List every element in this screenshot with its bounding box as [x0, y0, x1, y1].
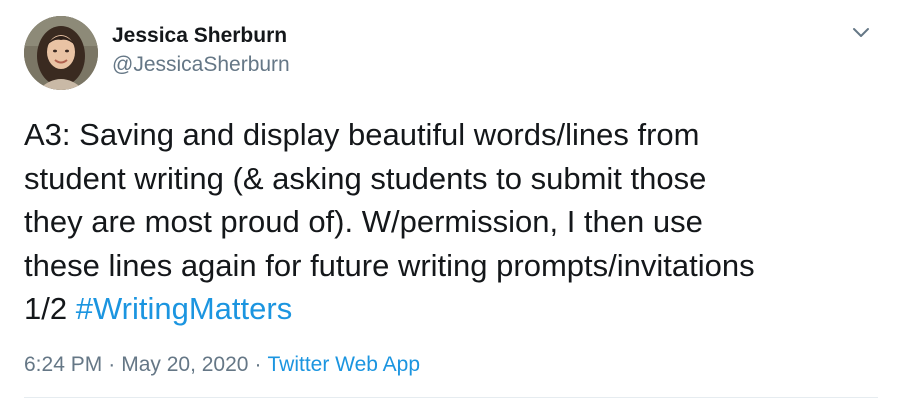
tweet-time: 6:24 PM [24, 353, 103, 376]
timestamp-link[interactable]: 6:24 PM · May 20, 2020 [24, 353, 248, 376]
thread-count: 1/2 [24, 291, 76, 326]
tweet-line-last: 1/2 #WritingMatters [24, 287, 884, 331]
tweet-line: A3: Saving and display beautiful words/l… [24, 117, 700, 152]
source-link[interactable]: Twitter Web App [267, 353, 420, 376]
profile-photo-icon [24, 16, 98, 90]
tweet-meta: 6:24 PM · May 20, 2020 · Twitter Web App [24, 351, 420, 379]
tweet-line: student writing (& asking students to su… [24, 160, 707, 196]
display-name[interactable]: Jessica Sherburn [112, 22, 290, 50]
tweet-line: they are most proud of). W/permission, I… [24, 204, 703, 239]
more-options-button[interactable] [848, 22, 874, 44]
avatar[interactable] [24, 16, 98, 90]
handle[interactable]: @JessicaSherburn [112, 51, 290, 79]
tweet-date: May 20, 2020 [121, 353, 249, 376]
separator: · [108, 353, 116, 376]
tweet-card: Jessica Sherburn @JessicaSherburn A3: Sa… [0, 0, 902, 418]
hashtag-link[interactable]: #WritingMatters [76, 291, 293, 326]
tweet-line: these lines again for future writing pro… [24, 247, 755, 283]
divider [24, 397, 878, 398]
separator: · [254, 353, 262, 376]
tweet-text: A3: Saving and display beautiful words/l… [24, 113, 884, 331]
chevron-down-icon [853, 28, 869, 37]
author-names: Jessica Sherburn @JessicaSherburn [112, 22, 290, 79]
